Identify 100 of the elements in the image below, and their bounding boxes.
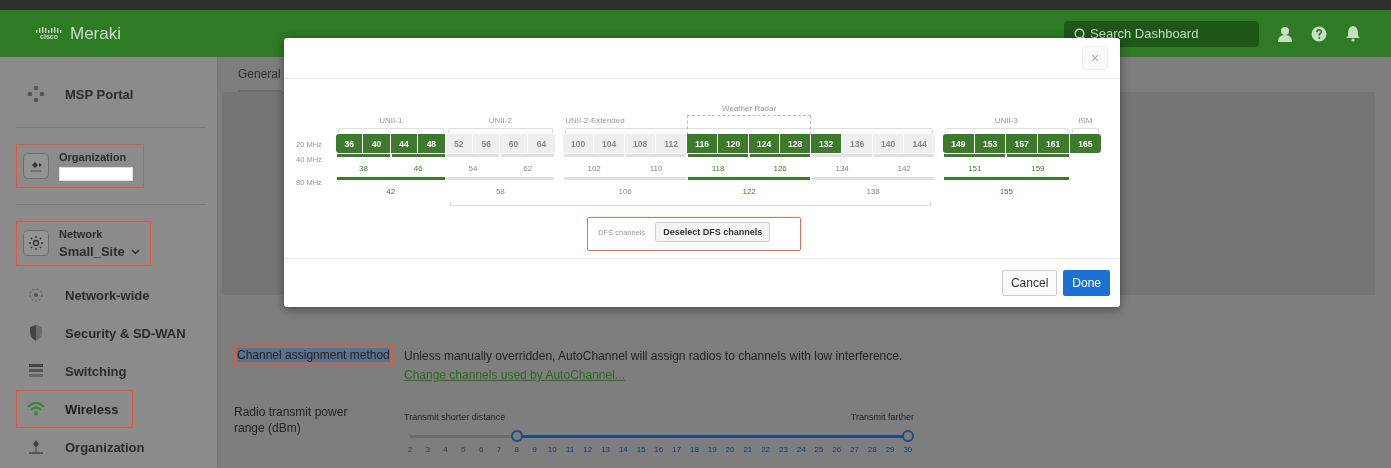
channel-toggle[interactable]: 64 [527, 134, 556, 153]
context-selector[interactable]: Organization [16, 144, 144, 188]
tick-label: 20 [724, 445, 736, 454]
slider-thumb[interactable] [510, 430, 523, 442]
channel-number: 126 [772, 164, 788, 173]
setting-label: Channel assignment method [237, 348, 390, 362]
channel-toggle[interactable]: 52 [445, 134, 473, 153]
nav-item[interactable]: Security & SD-WAN [16, 314, 201, 352]
channel-number: 151 [967, 164, 983, 173]
tick-label: 24 [795, 445, 807, 454]
switch-icon [27, 362, 45, 380]
channel-number: 155 [998, 187, 1014, 196]
channel-toggle[interactable]: 100 [563, 134, 595, 153]
band-label: Weather Radar [721, 104, 778, 113]
nav-item[interactable]: Wireless [16, 390, 134, 428]
slider-thumb[interactable] [902, 430, 914, 442]
tick-label: 29 [884, 445, 896, 454]
slider-caption: Transmit shorter distance [404, 412, 506, 422]
channel-number: 46 [412, 164, 424, 173]
help-icon[interactable] [1311, 25, 1327, 42]
setting-description: Unless manually overridden, AutoChannel will assign radios to channels with low interference. [404, 349, 904, 363]
channel-toggle[interactable]: 108 [625, 134, 657, 153]
tick-label: 9 [531, 445, 538, 454]
setting-label: Radio transmit power range (dBm) [234, 405, 348, 435]
channel-toggle[interactable]: 144 [904, 134, 936, 153]
tick-label: 13 [600, 445, 612, 454]
band-bracket [1071, 128, 1100, 133]
channel-toggle[interactable]: 120 [718, 134, 750, 153]
close-button[interactable]: × [1082, 46, 1108, 70]
channel-bar[interactable] [944, 177, 1069, 180]
channel-toggle[interactable]: 48 [418, 134, 446, 153]
channel-toggle[interactable]: 165 [1069, 134, 1102, 153]
tick-label: 22 [760, 445, 772, 454]
tick-label: 16 [653, 445, 665, 454]
search-icon [1074, 27, 1086, 40]
channel-number: 62 [522, 164, 534, 173]
channel-toggle[interactable]: 124 [749, 134, 781, 153]
channel-toggle[interactable]: 116 [687, 134, 719, 153]
search-field[interactable]: Search Dashboard [1064, 20, 1259, 47]
channel-number: 118 [710, 164, 726, 173]
channel-toggle[interactable]: 132 [811, 134, 843, 153]
channel-number: 58 [494, 187, 506, 196]
nav-item[interactable]: Network-wide [16, 276, 165, 314]
channel-number: 142 [896, 164, 912, 173]
channel-number: 106 [617, 187, 633, 196]
context-title: Network [59, 228, 104, 240]
channel-toggle[interactable]: 56 [472, 134, 501, 153]
tick-label: 17 [671, 445, 683, 454]
nav-item[interactable]: MSP Portal [16, 75, 149, 113]
band-label: UNII-1 [378, 116, 404, 125]
channel-toggle[interactable]: 157 [1006, 134, 1038, 153]
channel-toggle[interactable]: 60 [500, 134, 528, 153]
tick-label: 30 [902, 445, 914, 454]
band-label: ISM [1077, 116, 1094, 125]
network-hub-icon [28, 235, 44, 251]
channel-toggle[interactable]: 36 [336, 134, 364, 153]
wifi-icon [27, 400, 45, 418]
bell-icon[interactable] [1345, 25, 1361, 42]
tick-label: 23 [777, 445, 789, 454]
tick-label: 14 [617, 445, 629, 454]
channel-number: 122 [741, 187, 757, 196]
channel-toggle[interactable]: 161 [1037, 134, 1070, 153]
tick-label: 27 [849, 445, 860, 454]
channel-number: 54 [467, 164, 479, 173]
tick-label: 18 [689, 445, 700, 454]
channel-toggle[interactable]: 136 [842, 134, 874, 153]
logo-bars-icon [36, 26, 62, 33]
context-title: Organization [59, 151, 128, 163]
done-button[interactable]: Done [1063, 270, 1110, 296]
deselect-dfs-button[interactable]: Deselect DFS channels [655, 222, 771, 242]
channel-toggle[interactable]: 153 [974, 134, 1007, 153]
context-selector[interactable]: Network Small_Site [16, 221, 151, 266]
org-icon [29, 159, 43, 173]
channel-toggle[interactable]: 128 [780, 134, 812, 153]
slider-caption: Transmit farther [850, 412, 914, 422]
caret-icon [130, 248, 140, 255]
tick-label: 26 [831, 445, 843, 454]
channel-toggle[interactable]: 104 [594, 134, 626, 153]
tick-label: 28 [866, 445, 878, 454]
channel-toggle[interactable]: 44 [390, 134, 419, 153]
channel-number: 102 [586, 164, 602, 173]
channel-toggle[interactable]: 149 [943, 134, 975, 153]
band-label: UNII-2 [487, 116, 513, 125]
nav-item[interactable]: Organization [16, 428, 160, 466]
shield-icon [27, 324, 45, 342]
cancel-button[interactable]: Cancel [1001, 270, 1058, 296]
channel-number: 138 [865, 187, 881, 196]
channel-toggle[interactable]: 112 [656, 134, 688, 153]
org-chart-icon [27, 438, 45, 456]
network-name: Small_Site [59, 244, 125, 259]
tick-label: 12 [582, 445, 594, 454]
channel-toggle[interactable]: 40 [363, 134, 391, 153]
tick-label: 15 [635, 445, 647, 454]
nav-item[interactable]: Switching [16, 352, 142, 390]
user-icon[interactable] [1277, 25, 1293, 42]
channel-toggle[interactable]: 140 [873, 134, 905, 153]
tick-label: 8 [513, 445, 520, 454]
channel-number: 159 [1030, 164, 1046, 173]
band-label: UNII-2-Extended [564, 116, 626, 125]
channel-number: 110 [648, 164, 664, 173]
